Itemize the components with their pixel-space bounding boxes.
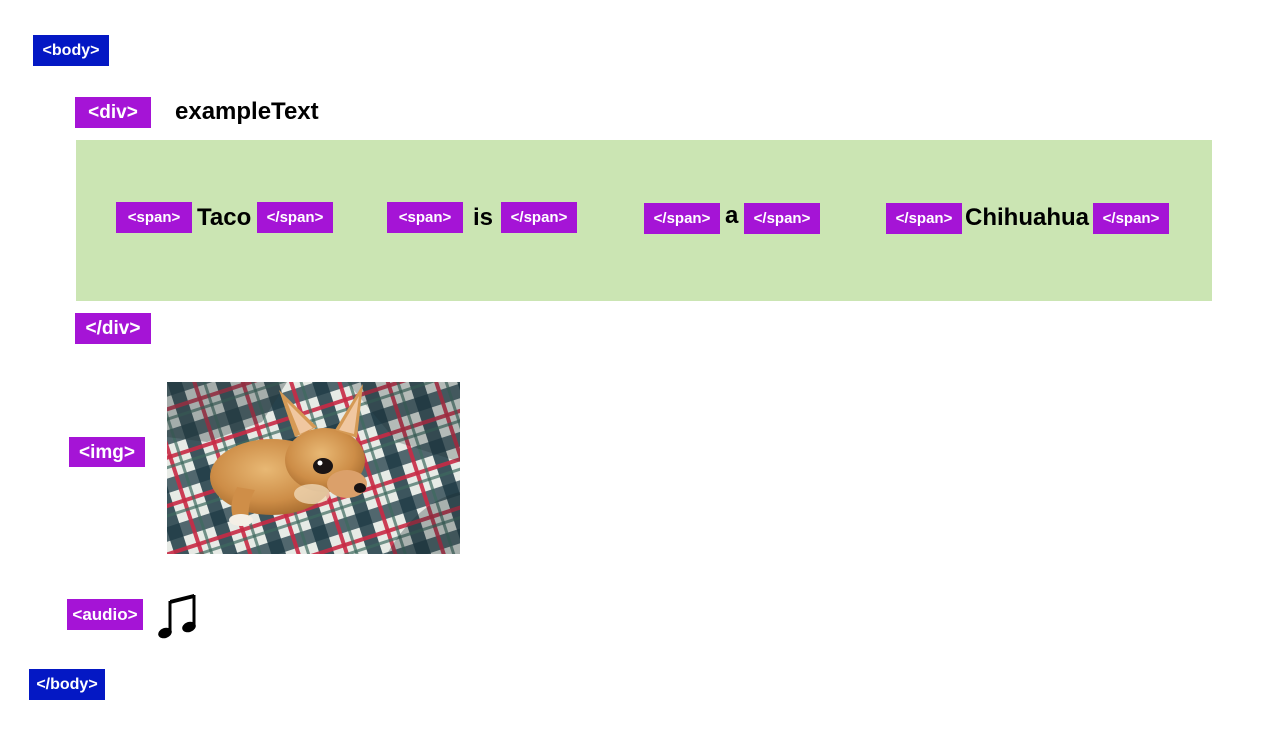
music-note-icon: [154, 590, 202, 642]
audio-tag: <audio>: [67, 599, 143, 630]
span-open-tag: </span>: [886, 203, 962, 234]
img-tag: <img>: [69, 437, 145, 467]
div-label: exampleText: [175, 98, 319, 125]
body-open-tag: <body>: [33, 35, 109, 66]
span-word: is: [473, 204, 494, 231]
span-word: Taco: [197, 204, 252, 231]
chihuahua-photo: [167, 382, 460, 554]
span-close-tag: </span>: [257, 202, 333, 233]
span-close-tag: </span>: [744, 203, 820, 234]
span-open-tag: <span>: [116, 202, 192, 233]
span-open-tag: <span>: [387, 202, 463, 233]
body-close-tag: </body>: [29, 669, 105, 700]
span-close-tag: </span>: [501, 202, 577, 233]
span-open-tag: </span>: [644, 203, 720, 234]
span-word: Chihuahua: [965, 204, 1089, 231]
span-word: a: [725, 202, 739, 229]
div-open-tag: <div>: [75, 97, 151, 128]
div-close-tag: </div>: [75, 313, 151, 344]
span-close-tag: </span>: [1093, 203, 1169, 234]
